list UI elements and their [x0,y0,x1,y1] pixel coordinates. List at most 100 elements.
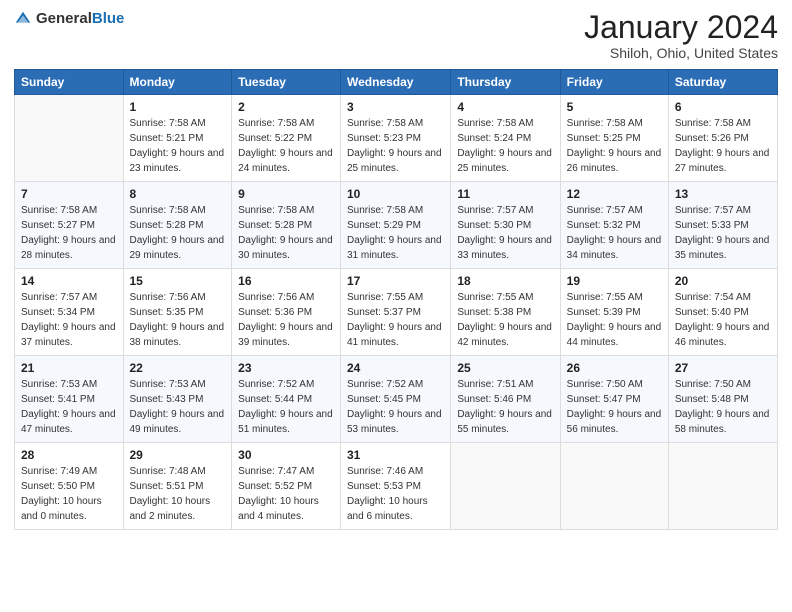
day-info: Sunrise: 7:52 AMSunset: 5:45 PMDaylight:… [347,377,444,437]
day-number: 30 [238,448,334,462]
day-info: Sunrise: 7:52 AMSunset: 5:44 PMDaylight:… [238,377,334,437]
calendar-cell: 7 Sunrise: 7:58 AMSunset: 5:27 PMDaylight… [15,182,124,269]
day-header: Friday [560,70,668,95]
logo-general: General [36,10,92,27]
day-info: Sunrise: 7:57 AMSunset: 5:33 PMDaylight:… [675,203,771,263]
day-info: Sunrise: 7:58 AMSunset: 5:25 PMDaylight:… [567,116,662,176]
calendar-cell: 22 Sunrise: 7:53 AMSunset: 5:43 PMDayligh… [123,356,232,443]
day-number: 28 [21,448,117,462]
day-header: Sunday [15,70,124,95]
day-header: Wednesday [341,70,451,95]
day-info: Sunrise: 7:50 AMSunset: 5:48 PMDaylight:… [675,377,771,437]
day-number: 1 [130,100,226,114]
logo-icon [14,10,32,28]
title-section: January 2024 Shiloh, Ohio, United States [584,10,778,61]
calendar-container: GeneralBlue January 2024 Shiloh, Ohio, U… [0,0,792,612]
subtitle: Shiloh, Ohio, United States [584,45,778,61]
day-info: Sunrise: 7:54 AMSunset: 5:40 PMDaylight:… [675,290,771,350]
calendar-header: SundayMondayTuesdayWednesdayThursdayFrid… [15,70,778,95]
day-number: 10 [347,187,444,201]
day-number: 8 [130,187,226,201]
day-info: Sunrise: 7:58 AMSunset: 5:22 PMDaylight:… [238,116,334,176]
calendar-cell: 26Sunrise: 7:50 AMSunset: 5:47 PMDayligh… [560,356,668,443]
header-row: SundayMondayTuesdayWednesdayThursdayFrid… [15,70,778,95]
day-info: Sunrise: 7:55 AMSunset: 5:38 PMDaylight:… [457,290,553,350]
calendar-cell [668,443,777,530]
calendar-cell: 3 Sunrise: 7:58 AMSunset: 5:23 PMDaylight… [341,95,451,182]
calendar-cell: 18Sunrise: 7:55 AMSunset: 5:38 PMDayligh… [451,269,560,356]
calendar-cell: 11 Sunrise: 7:57 AMSunset: 5:30 PMDayligh… [451,182,560,269]
calendar-cell: 4 Sunrise: 7:58 AMSunset: 5:24 PMDaylight… [451,95,560,182]
day-info: Sunrise: 7:58 AMSunset: 5:29 PMDaylight:… [347,203,444,263]
logo: GeneralBlue [14,10,124,28]
calendar-cell: 2 Sunrise: 7:58 AMSunset: 5:22 PMDaylight… [232,95,341,182]
calendar-cell: 13 Sunrise: 7:57 AMSunset: 5:33 PMDayligh… [668,182,777,269]
calendar-week-row: 7 Sunrise: 7:58 AMSunset: 5:27 PMDaylight… [15,182,778,269]
day-info: Sunrise: 7:48 AMSunset: 5:51 PMDaylight:… [130,464,226,524]
day-info: Sunrise: 7:47 AMSunset: 5:52 PMDaylight:… [238,464,334,524]
calendar-cell: 1 Sunrise: 7:58 AMSunset: 5:21 PMDaylight… [123,95,232,182]
day-info: Sunrise: 7:58 AMSunset: 5:28 PMDaylight:… [238,203,334,263]
day-number: 16 [238,274,334,288]
day-info: Sunrise: 7:58 AMSunset: 5:28 PMDaylight:… [130,203,226,263]
calendar-week-row: 28 Sunrise: 7:49 AMSunset: 5:50 PMDayligh… [15,443,778,530]
calendar-week-row: 21Sunrise: 7:53 AMSunset: 5:41 PMDayligh… [15,356,778,443]
day-info: Sunrise: 7:50 AMSunset: 5:47 PMDaylight:… [567,377,662,437]
calendar-cell: 6 Sunrise: 7:58 AMSunset: 5:26 PMDaylight… [668,95,777,182]
day-info: Sunrise: 7:57 AMSunset: 5:34 PMDaylight:… [21,290,117,350]
day-number: 4 [457,100,553,114]
calendar-cell: 27 Sunrise: 7:50 AMSunset: 5:48 PMDayligh… [668,356,777,443]
day-info: Sunrise: 7:58 AMSunset: 5:23 PMDaylight:… [347,116,444,176]
calendar-cell: 12Sunrise: 7:57 AMSunset: 5:32 PMDayligh… [560,182,668,269]
day-info: Sunrise: 7:58 AMSunset: 5:24 PMDaylight:… [457,116,553,176]
calendar-cell: 19Sunrise: 7:55 AMSunset: 5:39 PMDayligh… [560,269,668,356]
day-number: 31 [347,448,444,462]
day-number: 3 [347,100,444,114]
day-info: Sunrise: 7:51 AMSunset: 5:46 PMDaylight:… [457,377,553,437]
day-info: Sunrise: 7:46 AMSunset: 5:53 PMDaylight:… [347,464,444,524]
calendar-cell: 20 Sunrise: 7:54 AMSunset: 5:40 PMDayligh… [668,269,777,356]
calendar-cell: 16 Sunrise: 7:56 AMSunset: 5:36 PMDayligh… [232,269,341,356]
day-header: Thursday [451,70,560,95]
day-info: Sunrise: 7:58 AMSunset: 5:21 PMDaylight:… [130,116,226,176]
calendar-cell: 17Sunrise: 7:55 AMSunset: 5:37 PMDayligh… [341,269,451,356]
calendar-cell: 15Sunrise: 7:56 AMSunset: 5:35 PMDayligh… [123,269,232,356]
day-number: 7 [21,187,117,201]
day-info: Sunrise: 7:55 AMSunset: 5:37 PMDaylight:… [347,290,444,350]
day-info: Sunrise: 7:56 AMSunset: 5:35 PMDaylight:… [130,290,226,350]
day-info: Sunrise: 7:53 AMSunset: 5:41 PMDaylight:… [21,377,117,437]
day-number: 13 [675,187,771,201]
day-info: Sunrise: 7:56 AMSunset: 5:36 PMDaylight:… [238,290,334,350]
calendar-cell: 8 Sunrise: 7:58 AMSunset: 5:28 PMDaylight… [123,182,232,269]
day-info: Sunrise: 7:57 AMSunset: 5:30 PMDaylight:… [457,203,553,263]
calendar-week-row: 14Sunrise: 7:57 AMSunset: 5:34 PMDayligh… [15,269,778,356]
day-number: 22 [130,361,226,375]
day-number: 20 [675,274,771,288]
day-info: Sunrise: 7:58 AMSunset: 5:26 PMDaylight:… [675,116,771,176]
calendar-week-row: 1 Sunrise: 7:58 AMSunset: 5:21 PMDaylight… [15,95,778,182]
day-info: Sunrise: 7:58 AMSunset: 5:27 PMDaylight:… [21,203,117,263]
logo-blue: Blue [92,10,125,27]
main-title: January 2024 [584,10,778,45]
calendar-cell [560,443,668,530]
day-number: 5 [567,100,662,114]
day-number: 11 [457,187,553,201]
day-number: 2 [238,100,334,114]
day-header: Tuesday [232,70,341,95]
calendar-cell: 25Sunrise: 7:51 AMSunset: 5:46 PMDayligh… [451,356,560,443]
calendar-cell: 29Sunrise: 7:48 AMSunset: 5:51 PMDayligh… [123,443,232,530]
day-info: Sunrise: 7:53 AMSunset: 5:43 PMDaylight:… [130,377,226,437]
calendar-cell: 14Sunrise: 7:57 AMSunset: 5:34 PMDayligh… [15,269,124,356]
day-header: Monday [123,70,232,95]
day-info: Sunrise: 7:57 AMSunset: 5:32 PMDaylight:… [567,203,662,263]
calendar-cell: 21Sunrise: 7:53 AMSunset: 5:41 PMDayligh… [15,356,124,443]
calendar-cell: 31 Sunrise: 7:46 AMSunset: 5:53 PMDayligh… [341,443,451,530]
day-number: 6 [675,100,771,114]
day-info: Sunrise: 7:49 AMSunset: 5:50 PMDaylight:… [21,464,117,524]
calendar-cell [15,95,124,182]
calendar-cell [451,443,560,530]
calendar-cell: 9Sunrise: 7:58 AMSunset: 5:28 PMDaylight… [232,182,341,269]
calendar-cell: 28 Sunrise: 7:49 AMSunset: 5:50 PMDayligh… [15,443,124,530]
day-number: 24 [347,361,444,375]
day-number: 27 [675,361,771,375]
